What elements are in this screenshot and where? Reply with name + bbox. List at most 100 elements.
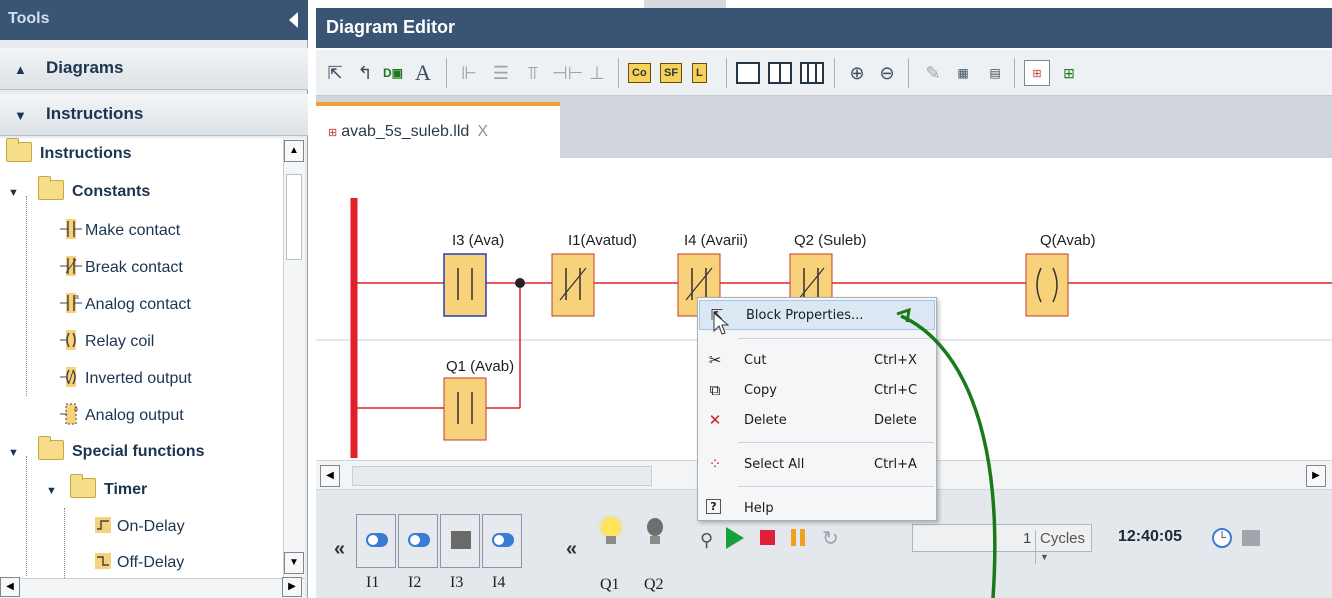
align-left-icon[interactable]: ⊩ — [456, 60, 482, 86]
tree-item-break-contact[interactable]: Break contact — [60, 255, 183, 291]
tree-item-analog-contact[interactable]: a Analog contact — [60, 292, 191, 328]
play-icon[interactable] — [726, 527, 744, 549]
lightbulb-on-icon — [596, 512, 626, 552]
scroll-right-icon[interactable]: ▶ — [1306, 465, 1326, 487]
off-delay-icon — [95, 553, 111, 569]
tab-label: avab_5s_suleb.lld — [341, 123, 470, 140]
zoom-out-icon[interactable]: ⊖ — [874, 60, 900, 86]
expand-triangle-icon[interactable]: ▼ — [46, 485, 60, 497]
tree-node-special-functions[interactable]: ▼ Special functions — [8, 436, 205, 476]
simulation-mode-icon[interactable]: ⊞ — [1024, 60, 1050, 86]
toolbar-separator — [446, 58, 447, 88]
scroll-thumb[interactable] — [352, 466, 652, 486]
menu-item-label: Delete — [744, 413, 787, 428]
align-center-icon[interactable]: ☰ — [488, 60, 514, 86]
tree-horizontal-scrollbar[interactable]: ◀ ▶ — [0, 577, 305, 598]
cycles-unit-select[interactable]: Cycles ▼ — [1035, 530, 1091, 564]
single-pane-icon[interactable] — [736, 62, 760, 84]
pause-icon[interactable] — [791, 529, 796, 546]
time-settings-icon[interactable] — [1242, 530, 1260, 546]
contact-i1[interactable] — [551, 253, 595, 317]
tree-item-inverted-output[interactable]: Inverted output — [60, 366, 192, 402]
three-pane-icon[interactable] — [800, 62, 824, 84]
tree-item-off-delay[interactable]: Off-Delay — [92, 550, 184, 578]
block-tool-icon[interactable]: D▣ — [380, 60, 406, 86]
sf-label: SF — [664, 67, 679, 79]
co-block-button[interactable]: Co — [628, 63, 651, 83]
clock-icon[interactable]: └ — [1212, 528, 1232, 548]
scroll-left-icon[interactable]: ◀ — [320, 465, 340, 487]
distribute-v-icon[interactable]: ⊥ — [584, 60, 610, 86]
tab-avab-5s-suleb[interactable]: ⊞ avab_5s_suleb.lld X — [316, 102, 560, 158]
contact-q1[interactable] — [443, 377, 487, 441]
accordion-instructions-label: Instructions — [46, 104, 144, 123]
tree-item-make-contact[interactable]: Make contact — [60, 218, 180, 254]
break-contact-icon — [60, 256, 82, 276]
tree-item-relay-coil[interactable]: Relay coil — [60, 329, 154, 365]
scroll-thumb[interactable] — [286, 174, 302, 260]
tab-close-icon[interactable]: X — [477, 123, 488, 140]
analog-output-icon: a — [60, 403, 78, 425]
numbering-icon[interactable]: ▦ — [950, 60, 976, 86]
expand-triangle-icon[interactable]: ▼ — [8, 187, 22, 199]
collapse-outputs-icon[interactable]: « — [566, 538, 577, 561]
accordion-diagrams[interactable]: ▲ Diagrams — [0, 48, 308, 90]
sf-block-button[interactable]: SF — [660, 63, 683, 83]
two-pane-icon[interactable] — [768, 62, 792, 84]
tree-item-analog-output[interactable]: a Analog output — [60, 403, 184, 439]
distribute-h-icon[interactable]: ⊣⊢ — [552, 60, 583, 86]
tools-panel: Tools ▲ Diagrams ▼ Instructions Instruct… — [0, 0, 308, 598]
online-test-icon[interactable]: ⊞ — [1056, 60, 1082, 86]
block-label-i1: I1(Avatud) — [568, 232, 637, 249]
connect-tool-icon[interactable]: ↰ — [352, 60, 378, 86]
input-switch-i4[interactable] — [482, 514, 522, 568]
collapse-panel-icon[interactable] — [289, 12, 298, 28]
instructions-tree: Instructions ▼ Constants Make contact Bre… — [0, 138, 283, 578]
chevron-down-icon: ▼ — [14, 108, 27, 123]
select-all-icon: ⁘ — [708, 455, 722, 473]
block-label-q: Q(Avab) — [1040, 232, 1096, 249]
input-switch-i2[interactable] — [398, 514, 438, 568]
l-label: L — [696, 67, 703, 79]
menu-item-label: Select All — [744, 457, 805, 472]
menu-item-label: Copy — [744, 383, 777, 398]
tree-root-instructions[interactable]: Instructions — [6, 138, 132, 178]
scroll-right-icon[interactable]: ▶ — [282, 577, 302, 597]
tree-item-on-delay[interactable]: On-Delay — [92, 514, 185, 550]
tree-node-timer[interactable]: ▼ Timer — [46, 474, 147, 514]
tree-vertical-scrollbar[interactable]: ▲ ▼ — [283, 138, 305, 578]
select-pointer-icon[interactable]: ⇱ — [322, 60, 348, 86]
step-forward-icon[interactable]: ↻ — [822, 526, 839, 551]
scroll-up-icon[interactable]: ▲ — [284, 140, 304, 162]
coil-q[interactable] — [1025, 253, 1069, 317]
stop-icon[interactable] — [760, 530, 775, 545]
l-block-button[interactable]: L — [692, 63, 707, 83]
tree-guide-line — [26, 196, 27, 396]
scroll-down-icon[interactable]: ▼ — [284, 552, 304, 574]
menu-item-label: Cut — [744, 353, 767, 368]
input-switch-i3[interactable] — [440, 514, 480, 568]
accordion-instructions[interactable]: ▼ Instructions — [0, 94, 308, 136]
tree-node-label: Special functions — [72, 443, 205, 460]
align-top-icon[interactable]: ⫪ — [520, 60, 546, 86]
tree-node-constants[interactable]: ▼ Constants — [8, 176, 150, 216]
input-switch-i1[interactable] — [356, 514, 396, 568]
input-label-i2: I2 — [408, 574, 422, 591]
annotation-arrow — [896, 307, 997, 598]
mouse-cursor-icon — [713, 312, 729, 335]
scroll-left-icon[interactable]: ◀ — [0, 577, 20, 597]
expand-triangle-icon[interactable]: ▼ — [8, 447, 22, 459]
ladder-diagram-icon: ⊞ — [328, 127, 338, 139]
io-table-icon[interactable]: ▤ — [982, 60, 1008, 86]
block-label-q2: Q2 (Suleb) — [794, 232, 867, 249]
edit-pen-icon[interactable]: ✎ — [920, 60, 946, 86]
contact-i3[interactable] — [443, 253, 487, 317]
scissors-icon: ✂ — [708, 351, 722, 369]
collapse-inputs-icon[interactable]: « — [334, 538, 345, 561]
zoom-in-icon[interactable]: ⊕ — [844, 60, 870, 86]
make-contact-icon — [60, 219, 82, 239]
power-plug-icon[interactable]: ⚲ — [700, 530, 713, 551]
text-tool-icon[interactable]: A — [410, 60, 436, 86]
editor-toolbar: ⇱ ↰ D▣ A ⊩ ☰ ⫪ ⊣⊢ ⊥ Co SF L ⊕ ⊖ ✎ ▦ ▤ ⊞ … — [316, 50, 1332, 96]
relay-coil-icon — [60, 330, 76, 350]
